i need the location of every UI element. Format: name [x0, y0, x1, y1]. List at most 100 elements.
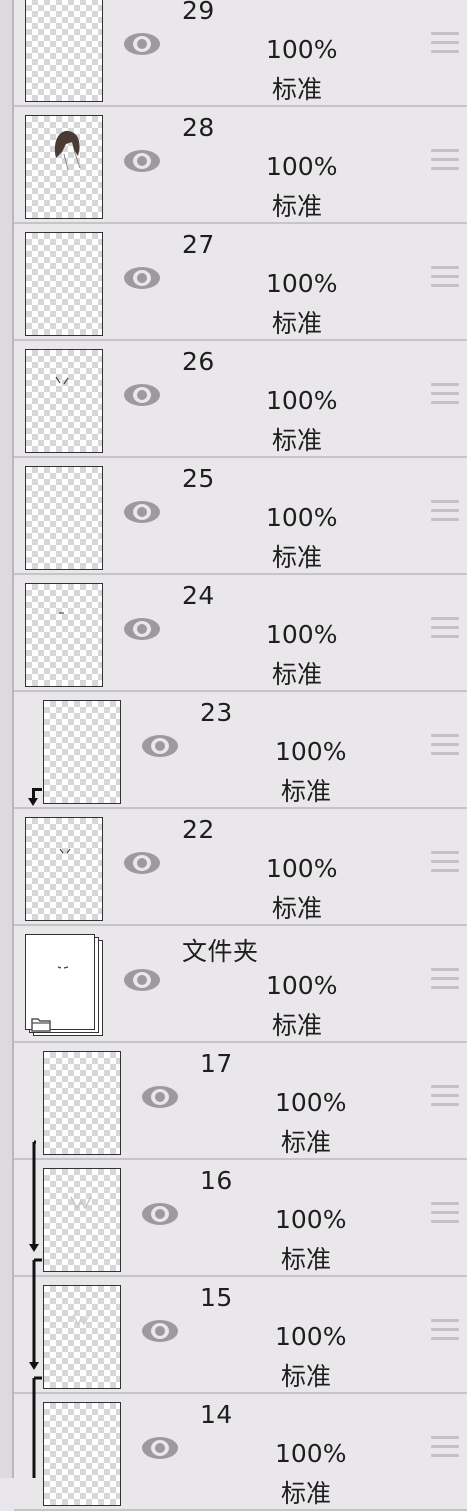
layer-opacity[interactable]: 100%: [266, 620, 337, 649]
layer-thumbnail[interactable]: [25, 466, 103, 570]
drag-handle-icon[interactable]: [431, 383, 459, 407]
drag-handle-icon[interactable]: [431, 1319, 459, 1343]
faint-sketch-icon: [72, 1314, 90, 1326]
layer-row-folder[interactable]: 文件夹 100% 标准: [14, 928, 467, 1043]
layer-row-29[interactable]: 29 100% 标准: [14, 0, 467, 107]
layer-thumbnail[interactable]: [25, 115, 103, 219]
layer-row-15[interactable]: 15 100% 标准: [14, 1279, 467, 1394]
eye-icon[interactable]: [140, 1317, 180, 1345]
layer-thumbnail[interactable]: [43, 1285, 121, 1389]
layer-blend-mode[interactable]: 标准: [281, 1357, 331, 1392]
drag-handle-icon[interactable]: [431, 1436, 459, 1460]
drag-handle-icon[interactable]: [431, 851, 459, 875]
layer-row-27[interactable]: 27 100% 标准: [14, 226, 467, 341]
layer-blend-mode[interactable]: 标准: [272, 1006, 322, 1041]
layer-opacity[interactable]: 100%: [266, 971, 337, 1000]
layer-name[interactable]: 14: [200, 1400, 233, 1429]
layer-thumbnail[interactable]: [25, 0, 103, 102]
layer-blend-mode[interactable]: 标准: [272, 655, 322, 690]
layer-thumbnail[interactable]: [25, 232, 103, 336]
layer-opacity[interactable]: 100%: [266, 854, 337, 883]
drag-handle-icon[interactable]: [431, 149, 459, 173]
eye-icon[interactable]: [122, 147, 162, 175]
layer-name[interactable]: 23: [200, 698, 233, 727]
layer-opacity[interactable]: 100%: [275, 1088, 346, 1117]
layer-name[interactable]: 28: [182, 113, 215, 142]
layer-row-17[interactable]: 17 100% 标准: [14, 1045, 467, 1160]
eye-icon[interactable]: [140, 1200, 180, 1228]
layer-opacity[interactable]: 100%: [266, 386, 337, 415]
eye-icon[interactable]: [122, 966, 162, 994]
drag-handle-icon[interactable]: [431, 500, 459, 524]
clipping-arrow-icon: [28, 798, 38, 806]
layer-opacity[interactable]: 100%: [275, 737, 346, 766]
layer-name[interactable]: 16: [200, 1166, 233, 1195]
eye-icon[interactable]: [122, 381, 162, 409]
eye-icon[interactable]: [122, 30, 162, 58]
layer-name[interactable]: 22: [182, 815, 215, 844]
drag-handle-icon[interactable]: [431, 1202, 459, 1226]
drag-handle-icon[interactable]: [431, 266, 459, 290]
layer-row-22[interactable]: 22 100% 标准: [14, 811, 467, 926]
layer-row-23[interactable]: 23 100% 标准: [14, 694, 467, 809]
layer-blend-mode[interactable]: 标准: [272, 187, 322, 222]
eye-icon[interactable]: [140, 1434, 180, 1462]
layer-name[interactable]: 29: [182, 0, 215, 25]
layer-blend-mode[interactable]: 标准: [272, 70, 322, 105]
folder-icon: [31, 1018, 51, 1032]
layer-row-28[interactable]: 28 100% 标准: [14, 109, 467, 224]
layer-blend-mode[interactable]: 标准: [272, 421, 322, 456]
layer-row-26[interactable]: 26 100% 标准: [14, 343, 467, 458]
drag-handle-icon[interactable]: [431, 617, 459, 641]
layer-opacity[interactable]: 100%: [275, 1439, 346, 1468]
layer-opacity[interactable]: 100%: [275, 1205, 346, 1234]
layer-blend-mode[interactable]: 标准: [281, 772, 331, 807]
layer-thumbnail[interactable]: [43, 1402, 121, 1506]
eye-icon[interactable]: [140, 1083, 180, 1111]
eye-icon[interactable]: [140, 732, 180, 760]
eye-icon[interactable]: [122, 615, 162, 643]
layer-opacity[interactable]: 100%: [266, 503, 337, 532]
layer-panel-gutter: [0, 0, 14, 1478]
layer-opacity[interactable]: 100%: [275, 1322, 346, 1351]
layer-blend-mode[interactable]: 标准: [272, 889, 322, 924]
eye-icon[interactable]: [122, 849, 162, 877]
layer-opacity[interactable]: 100%: [266, 269, 337, 298]
layer-thumbnail[interactable]: [43, 700, 121, 804]
clipping-indicator-top: [32, 788, 42, 791]
layer-row-16[interactable]: 16 100% 标准: [14, 1162, 467, 1277]
layer-thumbnail[interactable]: [25, 349, 103, 453]
folder-thumbnail[interactable]: [25, 934, 107, 1040]
layer-opacity[interactable]: 100%: [266, 35, 337, 64]
drag-handle-icon[interactable]: [431, 32, 459, 56]
layer-blend-mode[interactable]: 标准: [281, 1240, 331, 1275]
layer-blend-mode[interactable]: 标准: [272, 304, 322, 339]
dot-sketch-icon: [59, 612, 64, 614]
layer-blend-mode[interactable]: 标准: [281, 1123, 331, 1158]
layer-row-24[interactable]: 24 100% 标准: [14, 577, 467, 692]
eye-icon[interactable]: [122, 498, 162, 526]
layer-thumbnail[interactable]: [43, 1051, 121, 1155]
layer-thumbnail[interactable]: [25, 817, 103, 921]
layer-name[interactable]: 15: [200, 1283, 233, 1312]
layer-row-14[interactable]: 14 100% 标准: [14, 1396, 467, 1511]
layer-row-25[interactable]: 25 100% 标准: [14, 460, 467, 575]
layer-thumbnail[interactable]: [25, 583, 103, 687]
mark-sketch-icon: [55, 376, 69, 385]
layer-name[interactable]: 26: [182, 347, 215, 376]
eye-icon[interactable]: [122, 264, 162, 292]
layer-opacity[interactable]: 100%: [266, 152, 337, 181]
layer-name[interactable]: 24: [182, 581, 215, 610]
layer-blend-mode[interactable]: 标准: [272, 538, 322, 573]
layer-thumbnail[interactable]: [43, 1168, 121, 1272]
layer-name[interactable]: 文件夹: [182, 932, 259, 968]
drag-handle-icon[interactable]: [431, 968, 459, 992]
mark-sketch-icon: [59, 848, 71, 854]
drag-handle-icon[interactable]: [431, 734, 459, 758]
layer-name[interactable]: 17: [200, 1049, 233, 1078]
layer-name[interactable]: 27: [182, 230, 215, 259]
layer-name[interactable]: 25: [182, 464, 215, 493]
layer-blend-mode[interactable]: 标准: [281, 1474, 331, 1509]
faint-sketch-icon: [70, 1196, 92, 1210]
drag-handle-icon[interactable]: [431, 1085, 459, 1109]
